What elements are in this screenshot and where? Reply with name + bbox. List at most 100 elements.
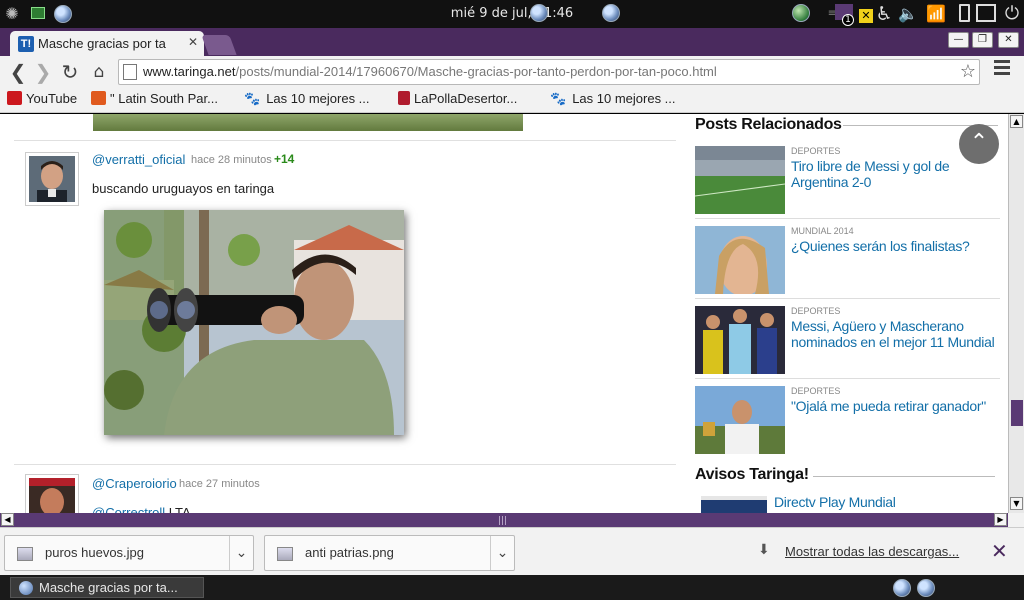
download-arrow-icon: ⬇ (758, 542, 770, 558)
paw-icon: 🐾 (244, 91, 261, 106)
divider (695, 218, 1000, 219)
scroll-up-arrow[interactable]: ▲ (1010, 115, 1023, 128)
tray-globe-icon[interactable] (917, 579, 935, 597)
scroll-left-arrow[interactable]: ◀ (1, 513, 14, 526)
download-item[interactable]: anti patrias.png ⌄ (264, 535, 515, 571)
settings-icon[interactable] (976, 4, 996, 24)
related-category: DEPORTES (791, 386, 841, 396)
browser-toolbar: ❮ ❯ ↻ ⌂ www.taringa.net/posts/mundial-20… (0, 56, 1024, 88)
browser-menu-icon[interactable] (994, 60, 1010, 78)
bookmark-latin-south[interactable]: " Latin South Par... (91, 91, 218, 109)
new-tab-button[interactable] (201, 35, 237, 55)
network-globe-icon[interactable] (530, 4, 548, 22)
ad-thumb[interactable] (701, 496, 767, 513)
related-thumb[interactable] (695, 306, 785, 374)
scroll-down-arrow[interactable]: ▼ (1010, 497, 1023, 510)
tab-title: Masche gracias por ta (38, 36, 166, 51)
related-title[interactable]: Tiro libre de Messi y gol de Argentina 2… (791, 158, 996, 190)
bookmark-lapolla[interactable]: LaPollaDesertor... (398, 91, 517, 109)
download-filename: puros huevos.jpg (45, 545, 145, 560)
scroll-grip[interactable]: ||| (498, 516, 507, 526)
divider (14, 140, 676, 141)
avatar[interactable] (25, 152, 79, 206)
taskbar-window-button[interactable]: Masche gracias por ta... (10, 577, 204, 598)
comment-username[interactable]: @Craperoiorio (92, 476, 177, 491)
page-icon (398, 91, 410, 105)
divider (695, 378, 1000, 379)
back-icon[interactable]: ❮ (6, 60, 30, 84)
comment-image[interactable] (104, 210, 404, 435)
chevron-up-icon: ⌃ (969, 130, 989, 155)
address-bar[interactable]: www.taringa.net/posts/mundial-2014/17960… (118, 59, 980, 85)
related-title[interactable]: "Ojalá me pueda retirar ganador" (791, 398, 996, 414)
reload-icon[interactable]: ↻ (58, 60, 82, 84)
forward-icon[interactable]: ❯ (31, 60, 55, 84)
related-thumb[interactable] (695, 226, 785, 294)
page-icon (123, 64, 137, 80)
tray-globe-icon[interactable] (893, 579, 911, 597)
url-path: /posts/mundial-2014/17960670/Masche-grac… (235, 64, 717, 79)
close-window-button[interactable]: ✕ (998, 32, 1019, 48)
related-posts-title: Posts Relacionados (695, 116, 842, 133)
minimize-button[interactable]: — (948, 32, 969, 48)
paw-icon: 🐾 (550, 91, 567, 106)
maximize-button[interactable]: ❐ (972, 32, 993, 48)
stadium-image (695, 146, 785, 214)
bookmark-youtube[interactable]: YouTube (7, 91, 77, 109)
related-title[interactable]: Messi, Agüero y Mascherano nominados en … (791, 318, 996, 350)
power-icon[interactable]: ⏻ (1002, 4, 1022, 24)
close-downloads-icon[interactable]: ✕ (991, 539, 1008, 563)
horizontal-scrollbar[interactable]: ◀ ||| ▶ (0, 513, 1008, 527)
vertical-scrollbar[interactable]: ▲ ▼ (1008, 114, 1024, 513)
update-icon[interactable]: ✕ (856, 4, 876, 24)
player-image (695, 386, 785, 454)
related-category: MUNDIAL 2014 (791, 226, 854, 236)
battery-icon[interactable] (954, 4, 974, 24)
system-panel: ✺ mié 9 de jul, 21:46 ≡ 1 ✕ ♿ 🔈 📶 ⏻ (0, 0, 1024, 28)
divider (695, 298, 1000, 299)
related-thumb[interactable] (695, 386, 785, 454)
download-item[interactable]: puros huevos.jpg ⌄ (4, 535, 254, 571)
youtube-icon (7, 91, 22, 105)
taskbar: Masche gracias por ta... (0, 575, 1024, 600)
bookmark-las-10-mejores[interactable]: 🐾 Las 10 mejores ... (244, 91, 370, 109)
scroll-thumb[interactable] (1011, 400, 1023, 426)
related-title[interactable]: ¿Quienes serán los finalistas? (791, 238, 996, 254)
comment-username[interactable]: @verratti_oficial (92, 152, 185, 167)
bookmark-las-10-mejores-2[interactable]: 🐾 Las 10 mejores ... (550, 91, 676, 109)
players-image (695, 306, 785, 374)
notification-count: 1 (842, 14, 854, 26)
accessibility-icon[interactable]: ♿ (874, 4, 894, 24)
browser-icon (19, 581, 33, 595)
taringa-favicon: T! (18, 36, 34, 52)
avatar-image (29, 156, 75, 202)
show-all-downloads-link[interactable]: Mostrar todas las descargas... (785, 544, 959, 559)
comment-time: hace 27 minutos (179, 478, 260, 490)
chevron-down-icon[interactable]: ⌄ (490, 536, 514, 570)
url-host: www.taringa.net (143, 64, 236, 79)
chevron-down-icon[interactable]: ⌄ (229, 536, 253, 570)
post-image-bottom (93, 114, 523, 131)
mentioned-user[interactable]: @Correctroll (92, 505, 165, 513)
related-thumb[interactable] (695, 146, 785, 214)
related-category: DEPORTES (791, 146, 841, 156)
weather-globe-icon[interactable] (792, 4, 810, 22)
scroll-corner (1008, 513, 1024, 527)
home-icon[interactable]: ⌂ (87, 60, 111, 84)
comment-score: +14 (274, 152, 295, 166)
tab-active[interactable]: T! Masche gracias por ta ✕ (10, 31, 204, 57)
ad-title[interactable]: Directv Play Mundial (774, 494, 979, 510)
url-text[interactable]: www.taringa.net/posts/mundial-2014/17960… (143, 64, 717, 79)
tab-close-icon[interactable]: ✕ (188, 35, 198, 49)
scroll-right-arrow[interactable]: ▶ (994, 513, 1007, 526)
volume-icon[interactable]: 🔈 (898, 4, 918, 24)
network-globe-icon[interactable] (602, 4, 620, 22)
wifi-icon[interactable]: 📶 (926, 4, 946, 24)
comment-text: @Correctroll LTA (92, 505, 191, 513)
avatar[interactable] (25, 474, 79, 513)
comment-text: buscando uruguayos en taringa (92, 181, 275, 196)
page-icon (91, 91, 106, 105)
divider (14, 464, 676, 465)
bookmark-star-icon[interactable]: ☆ (960, 61, 976, 82)
image-file-icon (277, 547, 293, 561)
